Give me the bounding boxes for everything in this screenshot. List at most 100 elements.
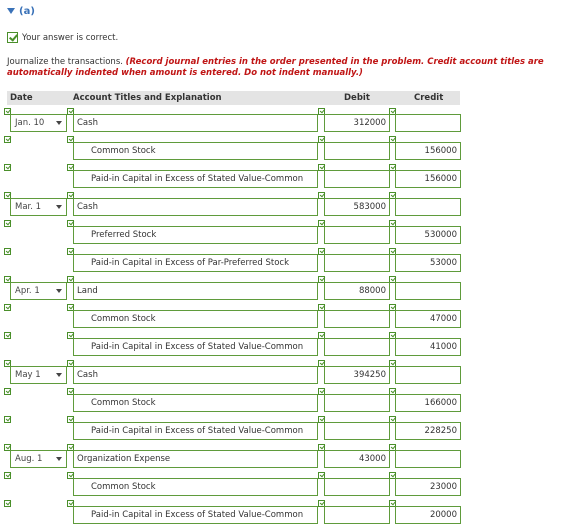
debit-input[interactable] [324,170,390,188]
account-title-input[interactable]: Land [73,282,318,300]
credit-input[interactable] [395,282,461,300]
dropdown-arrow-icon [56,121,62,125]
caret-down-icon [7,8,15,14]
account-title-value: Common Stock [91,146,156,156]
instructions-plain: Journalize the transactions. [7,57,123,67]
check-icon [4,500,11,507]
account-title-value: Cash [77,118,98,128]
debit-input[interactable] [324,422,390,440]
account-title-input[interactable]: Organization Expense [73,450,318,468]
credit-input[interactable]: 53000 [395,254,461,272]
journal-row: Paid-in Capital in Excess of Stated Valu… [0,500,580,528]
check-icon [4,416,11,423]
credit-input[interactable]: 530000 [395,226,461,244]
account-title-value: Cash [77,202,98,212]
account-title-value: Land [77,286,98,296]
credit-input[interactable] [395,450,461,468]
credit-input[interactable] [395,198,461,216]
journal-row: Common Stock 156000 [0,136,580,164]
date-select[interactable]: Jan. 10 [10,114,67,132]
debit-input[interactable] [324,506,390,524]
journal-row: Paid-in Capital in Excess of Stated Valu… [0,332,580,360]
credit-value: 20000 [429,510,457,520]
dropdown-arrow-icon [56,289,62,293]
debit-value: 394250 [353,370,386,380]
journal-row: Paid-in Capital in Excess of Par-Preferr… [0,248,580,276]
account-title-input[interactable]: Common Stock [73,142,318,160]
account-title-value: Common Stock [91,482,156,492]
account-title-input[interactable]: Paid-in Capital in Excess of Stated Valu… [73,338,318,356]
credit-input[interactable]: 156000 [395,142,461,160]
debit-input[interactable]: 88000 [324,282,390,300]
journal-row: Common Stock 47000 [0,304,580,332]
date-value: Mar. 1 [15,202,42,212]
debit-input[interactable]: 583000 [324,198,390,216]
account-title-input[interactable]: Common Stock [73,478,318,496]
journal-row: May 1 Cash 394250 [0,360,580,388]
check-icon [4,472,11,479]
check-icon [4,388,11,395]
credit-input[interactable]: 20000 [395,506,461,524]
debit-input[interactable]: 312000 [324,114,390,132]
dropdown-arrow-icon [56,205,62,209]
debit-input[interactable]: 43000 [324,450,390,468]
part-header[interactable]: (a) [7,6,35,17]
debit-value: 312000 [353,118,386,128]
account-title-input[interactable]: Paid-in Capital in Excess of Stated Valu… [73,170,318,188]
credit-value: 156000 [424,146,457,156]
journal-row: Common Stock 166000 [0,388,580,416]
part-label: (a) [19,6,35,17]
credit-input[interactable] [395,366,461,384]
header-account: Account Titles and Explanation [73,93,222,103]
account-title-input[interactable]: Paid-in Capital in Excess of Stated Valu… [73,422,318,440]
debit-input[interactable] [324,338,390,356]
account-title-input[interactable]: Cash [73,198,318,216]
account-title-value: Paid-in Capital in Excess of Stated Valu… [91,174,304,184]
account-title-input[interactable]: Cash [73,366,318,384]
account-title-input[interactable]: Common Stock [73,310,318,328]
account-title-input[interactable]: Paid-in Capital in Excess of Stated Valu… [73,506,318,524]
account-title-input[interactable]: Common Stock [73,394,318,412]
journal-row: Aug. 1 Organization Expense 43000 [0,444,580,472]
debit-input[interactable] [324,394,390,412]
check-icon [4,248,11,255]
debit-input[interactable] [324,478,390,496]
check-icon [4,136,11,143]
debit-input[interactable] [324,254,390,272]
account-title-input[interactable]: Preferred Stock [73,226,318,244]
account-title-value: Cash [77,370,98,380]
credit-value: 228250 [424,426,457,436]
debit-input[interactable] [324,310,390,328]
credit-input[interactable]: 41000 [395,338,461,356]
correct-status: Your answer is correct. [7,32,118,43]
credit-input[interactable]: 228250 [395,422,461,440]
date-value: May 1 [15,370,41,380]
account-title-input[interactable]: Paid-in Capital in Excess of Par-Preferr… [73,254,318,272]
credit-value: 53000 [429,258,457,268]
credit-input[interactable]: 166000 [395,394,461,412]
journal-table-header: Date Account Titles and Explanation Debi… [7,91,460,105]
credit-input[interactable]: 156000 [395,170,461,188]
check-icon [4,164,11,171]
date-value: Jan. 10 [15,118,45,128]
debit-value: 43000 [358,454,386,464]
debit-value: 88000 [358,286,386,296]
date-select[interactable]: Apr. 1 [10,282,67,300]
date-select[interactable]: Aug. 1 [10,450,67,468]
date-select[interactable]: May 1 [10,366,67,384]
debit-input[interactable] [324,142,390,160]
debit-input[interactable]: 394250 [324,366,390,384]
account-title-value: Paid-in Capital in Excess of Stated Valu… [91,342,304,352]
credit-input[interactable] [395,114,461,132]
account-title-input[interactable]: Cash [73,114,318,132]
credit-input[interactable]: 23000 [395,478,461,496]
account-title-value: Common Stock [91,398,156,408]
account-title-value: Organization Expense [77,454,171,464]
check-icon [4,304,11,311]
credit-input[interactable]: 47000 [395,310,461,328]
date-select[interactable]: Mar. 1 [10,198,67,216]
credit-value: 47000 [429,314,457,324]
debit-input[interactable] [324,226,390,244]
credit-value: 530000 [424,230,457,240]
header-debit: Debit [344,93,370,103]
